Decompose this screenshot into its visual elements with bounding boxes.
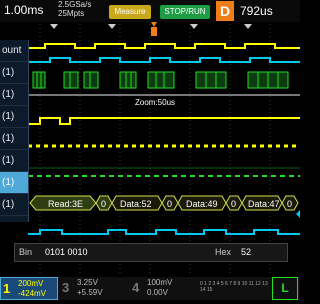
- side-list-item[interactable]: [0, 216, 28, 222]
- horizontal-delay-readout[interactable]: 792us: [240, 4, 273, 18]
- ch1-offset: -424mV: [18, 289, 47, 298]
- measure-button[interactable]: Measure: [109, 5, 151, 19]
- decode-packet-label: Read:3E: [48, 199, 83, 209]
- decode-packet-label: 0: [231, 199, 236, 209]
- side-list-item[interactable]: (1): [0, 150, 28, 172]
- decode-value-readout: Bin 0101 0010 Hex 52: [14, 243, 288, 262]
- waveform-display[interactable]: Read:3E 0 Data:52 0 Data:49 0 Data:47 0: [0, 22, 300, 277]
- digital-logic-button[interactable]: L: [272, 277, 298, 300]
- decode-packet-label: 0: [167, 199, 172, 209]
- ch3-number: 3: [62, 280, 70, 295]
- ch3-offset: +5.59V: [77, 288, 103, 297]
- digital-channel-list: 0 1 2 3 4 5 6 7 8 9 10 11 12 13 14 15: [200, 281, 268, 293]
- decode-packet-label: Data:52: [120, 199, 152, 209]
- timebase-readout[interactable]: 1.00ms: [4, 3, 43, 17]
- decode-packet-label: Data:49: [186, 199, 218, 209]
- memory-depth: 25Mpts: [58, 9, 85, 18]
- ch1-overview-trace: [28, 43, 300, 49]
- ch4-offset: 0.00V: [147, 288, 168, 297]
- ch3-level-marker[interactable]: [296, 210, 300, 218]
- top-status-bar: 1.00ms 2.5GSa/s 25Mpts Measure STOP/RUN …: [0, 0, 300, 22]
- ch3-status[interactable]: 3 3.25V +5.59V: [60, 277, 128, 300]
- bin-label: Bin: [19, 247, 33, 257]
- ch3-scale: 3.25V: [77, 278, 98, 287]
- channel-status-bar: 1 200mV -424mV 3 3.25V +5.59V 4 100mV 0.…: [0, 277, 300, 300]
- ch3-zoom-bursts: [28, 229, 300, 235]
- ch1-number: 1: [3, 281, 11, 296]
- side-list-item[interactable]: (1): [0, 106, 28, 128]
- trigger-mode-badge[interactable]: D: [216, 1, 234, 21]
- trigger-marker[interactable]: [151, 22, 157, 36]
- digital-overview-bursts: [32, 71, 289, 89]
- side-list-item[interactable]: (1): [0, 128, 28, 150]
- decode-packet-label: 0: [101, 199, 106, 209]
- sample-rate: 2.5GSa/s: [58, 0, 92, 9]
- side-list-panel: ount (1) (1) (1) (1) (1) (1) (1): [0, 40, 29, 222]
- side-list-item[interactable]: (1): [0, 194, 28, 216]
- hex-value: 52: [241, 247, 252, 257]
- acquisition-info: 2.5GSa/s 25Mpts: [58, 0, 91, 18]
- ch1-status[interactable]: 1 200mV -424mV: [0, 277, 58, 300]
- stop-run-button[interactable]: STOP/RUN: [160, 5, 210, 19]
- hex-label: Hex: [215, 247, 232, 257]
- decode-packet-label: Data:47: [248, 199, 280, 209]
- side-list-item[interactable]: (1): [0, 62, 28, 84]
- zoom-timebase-label: Zoom:50us: [135, 98, 176, 107]
- ch4-number: 4: [132, 280, 140, 295]
- side-list-item[interactable]: (1): [0, 84, 28, 106]
- decode-packet-label: 0: [287, 199, 292, 209]
- ch1-zoom-trace: [28, 117, 300, 125]
- side-list-header: ount: [0, 40, 28, 62]
- bin-value: 0101 0010: [45, 247, 88, 257]
- ch3-overview-trace: [28, 57, 300, 63]
- ch4-scale: 100mV: [147, 278, 173, 287]
- ch4-status[interactable]: 4 100mV 0.00V: [130, 277, 198, 300]
- ch1-scale: 200mV: [18, 279, 44, 288]
- side-list-item-selected[interactable]: (1): [0, 172, 28, 194]
- decode-bus[interactable]: Read:3E 0 Data:52 0 Data:49 0 Data:47 0: [29, 195, 299, 211]
- digital-zoom-trace: [28, 167, 300, 177]
